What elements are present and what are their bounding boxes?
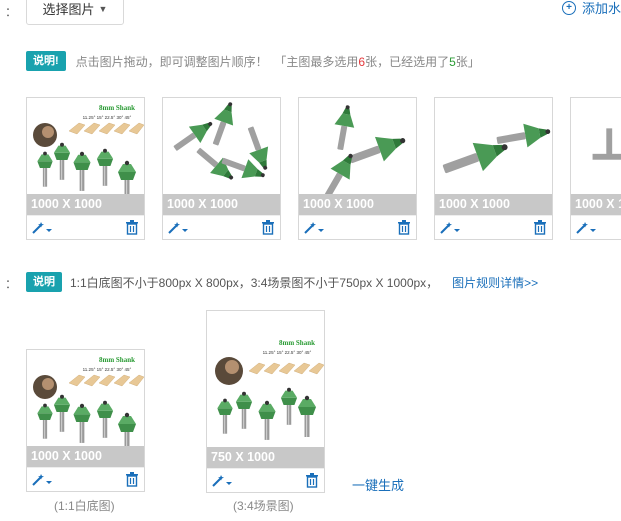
image-tools [571,215,621,239]
add-circle-icon: + [562,0,576,15]
image-size-label: 1000 X 1000 [27,194,144,215]
svg-text:8mm Shank: 8mm Shank [279,339,315,347]
used-count: 5 [449,54,456,69]
product-thumbnail: 8mm Shank 11.25° 15° 22.5° 30° 45° [27,98,144,194]
select-image-label: 选择图片 [42,2,95,17]
svg-text:11.25° 15° 22.5° 30° 45°: 11.25° 15° 22.5° 30° 45° [83,115,132,120]
svg-text:8mm Shank: 8mm Shank [99,104,135,112]
trash-icon[interactable] [305,473,319,488]
magic-wand-icon[interactable] [575,221,597,235]
image-size-label: 1000 X 1000 [571,194,621,215]
sort-notice: 说明! 点击图片拖动，即可调整图片顺序！ 「主图最多选用6张，已经选用了5张」 [26,51,480,71]
size-rule-text: 1:1白底图不小于800px X 800px，3:4场景图不小于750px X … [70,275,439,290]
product-thumbnail [571,98,621,194]
magic-wand-icon[interactable] [211,474,233,488]
main-image-card[interactable]: 1000 X 1000 [570,97,621,240]
image-size-label: 1000 X 1000 [299,194,416,215]
product-thumbnail [299,98,416,194]
image-size-label: 1000 X 1000 [435,194,552,215]
image-rules-link[interactable]: 图片规则详情>> [452,274,538,291]
notice-tag: 说明! [26,51,66,71]
field-colon: ： [5,277,18,291]
add-watermark-link[interactable]: + 添加水 [562,0,621,17]
white-bg-image-card[interactable]: 8mm Shank 11.25° 15° 22.5° 30° 45° 1000 … [26,349,145,492]
chevron-down-icon: ▼ [98,3,108,14]
trash-icon[interactable] [261,220,275,235]
image-size-label: 750 X 1000 [207,447,324,468]
scene-caption: (3:4场景图) [233,499,294,513]
product-thumbnail: 8mm Shank 11.25° 15° 22.5° 30° 45° [207,311,324,447]
select-image-button[interactable]: 选择图片 ▼ [26,0,124,25]
product-thumbnail: 8mm Shank 11.25° 15° 22.5° 30° 45° [27,350,144,446]
image-size-label: 1000 X 1000 [27,446,144,467]
image-size-label: 1000 X 1000 [163,194,280,215]
image-tools [27,215,144,239]
magic-wand-icon[interactable] [31,221,53,235]
svg-text:11.25° 15° 22.5° 30° 45°: 11.25° 15° 22.5° 30° 45° [263,350,312,355]
trash-icon[interactable] [533,220,547,235]
magic-wand-icon[interactable] [303,221,325,235]
main-image-card[interactable]: 1000 X 1000 [298,97,417,240]
one-click-generate-link[interactable]: 一键生成 [352,475,404,494]
image-tools [27,467,144,491]
main-image-card[interactable]: 1000 X 1000 [162,97,281,240]
notice-tag: 说明 [26,272,62,292]
add-watermark-label: 添加水 [582,1,621,16]
image-tools [163,215,280,239]
notice-text: 点击图片拖动，即可调整图片顺序！ 「主图最多选用6张，已经选用了5张」 [75,54,480,69]
field-colon: ： [5,5,18,19]
image-tools [207,468,324,492]
trash-icon[interactable] [125,472,139,487]
main-image-card[interactable]: 1000 X 1000 [434,97,553,240]
product-thumbnail [163,98,280,194]
product-thumbnail [435,98,552,194]
magic-wand-icon[interactable] [439,221,461,235]
image-tools [299,215,416,239]
magic-wand-icon[interactable] [31,473,53,487]
trash-icon[interactable] [125,220,139,235]
white-bg-caption: (1:1白底图) [54,499,115,513]
trash-icon[interactable] [397,220,411,235]
size-notice: 说明 1:1白底图不小于800px X 800px，3:4场景图不小于750px… [26,272,538,292]
svg-text:11.25° 15° 22.5° 30° 45°: 11.25° 15° 22.5° 30° 45° [83,367,132,372]
svg-text:8mm Shank: 8mm Shank [99,356,135,364]
main-image-card[interactable]: 8mm Shank 11.25° 15° 22.5° 30° 45° 1000 … [26,97,145,240]
magic-wand-icon[interactable] [167,221,189,235]
scene-image-card[interactable]: 8mm Shank 11.25° 15° 22.5° 30° 45° 750 X… [206,310,325,493]
image-tools [435,215,552,239]
